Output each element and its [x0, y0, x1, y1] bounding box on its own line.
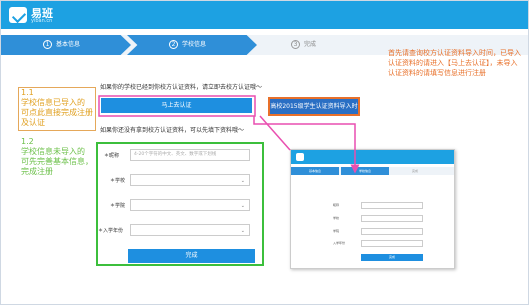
- register-question: 如果你还没有拿到校方认证资料，可以先填下资料哦～: [100, 127, 245, 134]
- logo-subtitle: yiban.cn: [31, 18, 53, 24]
- note-text-1: 1.1 学校信息已导入的 可点此直接完成注册及认证: [21, 88, 93, 127]
- thumb-field: [361, 202, 423, 209]
- thumb-button: 完成: [361, 254, 423, 261]
- thumb-label: 学校: [333, 216, 340, 220]
- step-label: 基本信息: [56, 41, 81, 48]
- finish-button[interactable]: 完成: [128, 249, 255, 263]
- thumb-step: 完成: [411, 169, 418, 173]
- thumb-label: 昵称: [333, 203, 340, 207]
- step-school-info: 2 学校信息: [127, 35, 257, 55]
- enroll-year-select[interactable]: ⌄: [130, 224, 250, 236]
- chevron-down-icon: ⌄: [240, 203, 245, 209]
- school-label: ＊学校: [110, 178, 126, 184]
- college-select[interactable]: ⌄: [130, 199, 250, 211]
- auth-question: 如果你的学校已经到你校方认证资料，请立即去校方认证哦～: [100, 84, 263, 91]
- thumb-field: [361, 215, 423, 222]
- nickname-input[interactable]: 4-20个字符的中文、英文、数字或下划线: [130, 149, 250, 161]
- step-number: 1: [43, 40, 52, 49]
- register-page-thumbnail: 基本信息 学校信息 完成 昵称 学校 学院 入学年份 完成: [290, 149, 455, 269]
- instruction-callout: 首先请查询校方认证资料导入时间，已导入认证资料的请进入【马上去认证】，未导入认证…: [388, 49, 521, 77]
- thumb-logo-icon: [296, 153, 304, 161]
- thumb-step: 学校信息: [341, 167, 389, 175]
- thumb-step: 基本信息: [291, 167, 339, 175]
- nickname-label: ＊昵称: [104, 153, 120, 159]
- chevron-down-icon: ⌄: [240, 178, 245, 184]
- thumb-field: [361, 240, 423, 247]
- step-finish: 3 完成: [253, 35, 383, 55]
- top-bar: 易班 yiban.cn: [1, 1, 528, 29]
- site-logo[interactable]: 易班 yiban.cn: [9, 5, 55, 25]
- step-number: 3: [291, 40, 300, 49]
- school-select[interactable]: ⌄: [130, 174, 250, 186]
- chevron-down-icon: ⌄: [240, 228, 245, 234]
- college-label: ＊学院: [110, 203, 126, 209]
- thumb-top-bar: [291, 150, 454, 164]
- note-text-2: 1.2 学校信息未导入的 可先完善基本信息， 完成注册: [21, 137, 93, 176]
- enroll-year-label: ＊入学年份: [98, 228, 124, 234]
- step-number: 2: [169, 40, 178, 49]
- thumb-steps: 基本信息 学校信息 完成: [291, 167, 454, 175]
- step-basic-info: 1 基本信息: [1, 35, 131, 55]
- thumb-label: 学院: [333, 229, 340, 233]
- logo-icon: [9, 7, 27, 23]
- thumb-label: 入学年份: [333, 241, 346, 245]
- go-auth-button[interactable]: 马上去认证: [101, 98, 252, 113]
- step-label: 完成: [304, 41, 317, 48]
- thumb-field: [361, 228, 423, 235]
- import-time-button[interactable]: 高校2015级学生认证资料导入时间: [268, 97, 360, 125]
- step-label: 学校信息: [182, 41, 207, 48]
